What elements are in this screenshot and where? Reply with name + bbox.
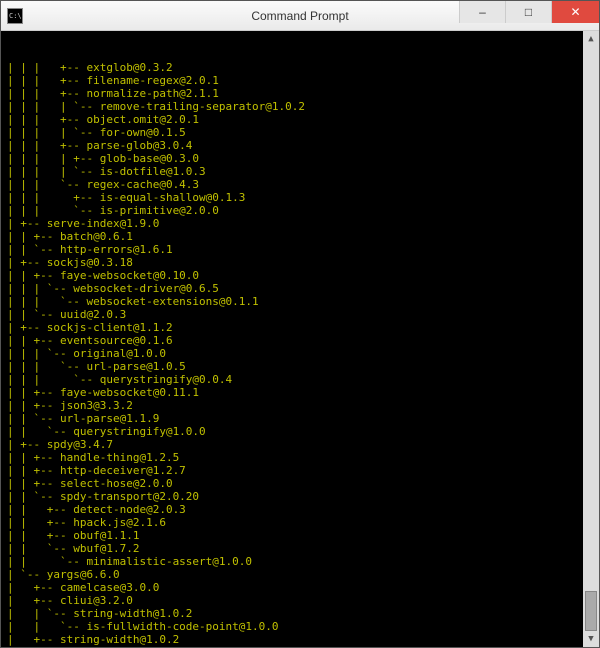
tree-line: | +-- serve-index@1.9.0 <box>7 217 593 230</box>
scroll-up-arrow[interactable]: ▲ <box>583 31 599 47</box>
close-button[interactable]: ✕ <box>551 1 599 23</box>
tree-line: | | +-- obuf@1.1.1 <box>7 529 593 542</box>
tree-line: | | `-- is-fullwidth-code-point@1.0.0 <box>7 620 593 633</box>
tree-line: | | | +-- parse-glob@3.0.4 <box>7 139 593 152</box>
tree-line: | +-- sockjs-client@1.1.2 <box>7 321 593 334</box>
vertical-scrollbar[interactable]: ▲ ▼ <box>583 31 599 647</box>
tree-line: | +-- cliui@3.2.0 <box>7 594 593 607</box>
tree-line: | | | `-- regex-cache@0.4.3 <box>7 178 593 191</box>
tree-line: | | | | `-- is-dotfile@1.0.3 <box>7 165 593 178</box>
tree-line: | | `-- uuid@2.0.3 <box>7 308 593 321</box>
command-prompt-window: C:\ Command Prompt – □ ✕ | | | +-- extgl… <box>0 0 600 648</box>
tree-line: | | +-- http-deceiver@1.2.7 <box>7 464 593 477</box>
terminal-output[interactable]: | | | +-- extglob@0.3.2| | | +-- filenam… <box>1 31 599 647</box>
tree-line: | | | | +-- glob-base@0.3.0 <box>7 152 593 165</box>
tree-line: | | `-- url-parse@1.1.9 <box>7 412 593 425</box>
tree-line: | | | `-- websocket-extensions@0.1.1 <box>7 295 593 308</box>
tree-line: | +-- string-width@1.0.2 <box>7 633 593 646</box>
tree-line: | | | +-- object.omit@2.0.1 <box>7 113 593 126</box>
tree-line: | +-- camelcase@3.0.0 <box>7 581 593 594</box>
tree-line: | +-- spdy@3.4.7 <box>7 438 593 451</box>
tree-line: | | `-- spdy-transport@2.0.20 <box>7 490 593 503</box>
maximize-button[interactable]: □ <box>505 1 551 23</box>
tree-line: | | +-- eventsource@0.1.6 <box>7 334 593 347</box>
tree-line: | | | `-- websocket-driver@0.6.5 <box>7 282 593 295</box>
tree-line: | | | +-- filename-regex@2.0.1 <box>7 74 593 87</box>
tree-line: | | +-- handle-thing@1.2.5 <box>7 451 593 464</box>
tree-line: | +-- sockjs@0.3.18 <box>7 256 593 269</box>
tree-line: | `-- yargs@6.6.0 <box>7 568 593 581</box>
cmd-icon: C:\ <box>7 8 23 24</box>
scrollbar-thumb[interactable] <box>585 591 597 631</box>
tree-line: | | `-- querystringify@1.0.0 <box>7 425 593 438</box>
window-controls: – □ ✕ <box>459 1 599 30</box>
tree-line: | | +-- hpack.js@2.1.6 <box>7 516 593 529</box>
tree-line: | | `-- is-fullwidth-code-point@1.0.0 <box>7 646 593 647</box>
tree-line: | | +-- faye-websocket@0.10.0 <box>7 269 593 282</box>
tree-line: | | +-- select-hose@2.0.0 <box>7 477 593 490</box>
svg-text:C:\: C:\ <box>9 12 22 20</box>
tree-line: | | `-- minimalistic-assert@1.0.0 <box>7 555 593 568</box>
tree-line: | | | +-- is-equal-shallow@0.1.3 <box>7 191 593 204</box>
dependency-tree: | | | +-- extglob@0.3.2| | | +-- filenam… <box>7 61 593 647</box>
tree-line: | | | `-- is-primitive@2.0.0 <box>7 204 593 217</box>
tree-line: | | | `-- querystringify@0.0.4 <box>7 373 593 386</box>
titlebar[interactable]: C:\ Command Prompt – □ ✕ <box>1 1 599 31</box>
scroll-down-arrow[interactable]: ▼ <box>583 631 599 647</box>
tree-line: | | `-- wbuf@1.7.2 <box>7 542 593 555</box>
tree-line: | | `-- http-errors@1.6.1 <box>7 243 593 256</box>
tree-line: | | +-- json3@3.3.2 <box>7 399 593 412</box>
minimize-button[interactable]: – <box>459 1 505 23</box>
tree-line: | | +-- batch@0.6.1 <box>7 230 593 243</box>
tree-line: | | +-- faye-websocket@0.11.1 <box>7 386 593 399</box>
tree-line: | | | `-- original@1.0.0 <box>7 347 593 360</box>
tree-line: | | | `-- url-parse@1.0.5 <box>7 360 593 373</box>
tree-line: | | | +-- extglob@0.3.2 <box>7 61 593 74</box>
tree-line: | | `-- string-width@1.0.2 <box>7 607 593 620</box>
tree-line: | | | +-- normalize-path@2.1.1 <box>7 87 593 100</box>
tree-line: | | +-- detect-node@2.0.3 <box>7 503 593 516</box>
tree-line: | | | | `-- remove-trailing-separator@1.… <box>7 100 593 113</box>
tree-line: | | | | `-- for-own@0.1.5 <box>7 126 593 139</box>
